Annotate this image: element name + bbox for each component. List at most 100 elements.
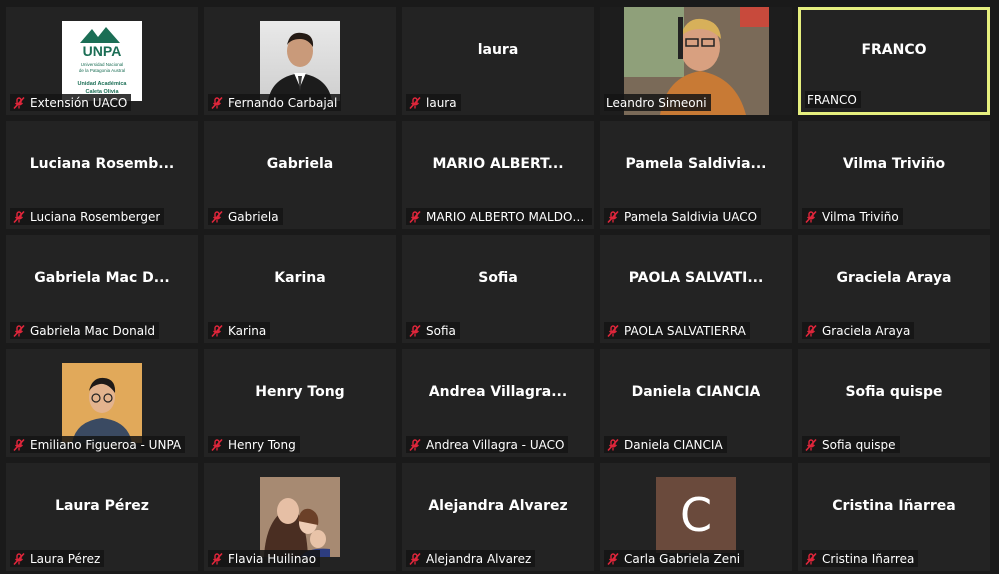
participant-tile[interactable]: Alejandra Alvarez Alejandra Alvarez: [402, 463, 594, 571]
participant-display-name: Andrea Villagra...: [428, 384, 568, 400]
participant-name: Extensión UACO: [30, 95, 128, 110]
mic-off-icon: [805, 438, 817, 451]
participant-name-label: PAOLA SALVATIERRA: [604, 322, 750, 339]
mic-off-icon: [211, 552, 223, 565]
participant-name-label: MARIO ALBERTO MALDON...: [406, 208, 592, 225]
svg-text:Universidad Nacional: Universidad Nacional: [81, 62, 124, 67]
participant-name-label: Flavia Huilinao: [208, 550, 321, 567]
profile-photo: [260, 21, 340, 101]
mic-off-icon: [211, 96, 223, 109]
participant-name: Cristina Iñarrea: [822, 551, 915, 566]
participant-display-name: Laura Pérez: [55, 498, 149, 514]
participant-name: FRANCO: [807, 92, 857, 107]
participant-display-name: Karina: [274, 270, 326, 286]
participant-name: Henry Tong: [228, 437, 296, 452]
svg-text:de la Patagonia Austral: de la Patagonia Austral: [79, 68, 125, 73]
participant-name-label: Gabriela: [208, 208, 283, 225]
participant-name: Sofia: [426, 323, 456, 338]
mic-off-icon: [13, 324, 25, 337]
participant-name-label: Extensión UACO: [10, 94, 132, 111]
participant-tile[interactable]: Luciana Rosemb... Luciana Rosemberger: [6, 121, 198, 229]
mic-off-icon: [607, 552, 619, 565]
participant-name: Sofia quispe: [822, 437, 896, 452]
participant-tile[interactable]: FRANCO FRANCO: [798, 7, 990, 115]
participant-tile[interactable]: C Carla Gabriela Zeni: [600, 463, 792, 571]
participant-name: Luciana Rosemberger: [30, 209, 161, 224]
participant-tile[interactable]: Karina Karina: [204, 235, 396, 343]
unpa-logo: UNPA Universidad Nacional de la Patagonia …: [62, 21, 142, 101]
mic-off-icon: [211, 324, 223, 337]
participant-tile[interactable]: Andrea Villagra... Andrea Villagra - UACO: [402, 349, 594, 457]
mic-off-icon: [805, 324, 817, 337]
participant-name: Alejandra Alvarez: [426, 551, 532, 566]
participant-tile[interactable]: Gabriela Gabriela: [204, 121, 396, 229]
mic-off-icon: [805, 210, 817, 223]
participant-display-name: Pamela Saldivia...: [625, 156, 767, 172]
participant-name-label: Graciela Araya: [802, 322, 915, 339]
participant-name-label: FRANCO: [805, 91, 861, 108]
mic-off-icon: [607, 210, 619, 223]
participant-display-name: Alejandra Alvarez: [428, 498, 568, 514]
mic-off-icon: [607, 438, 619, 451]
participant-name: Laura Pérez: [30, 551, 101, 566]
participant-tile[interactable]: Henry Tong Henry Tong: [204, 349, 396, 457]
participant-tile[interactable]: Cristina Iñarrea Cristina Iñarrea: [798, 463, 990, 571]
participant-tile[interactable]: Graciela Araya Graciela Araya: [798, 235, 990, 343]
participant-tile[interactable]: Flavia Huilinao: [204, 463, 396, 571]
participant-name-label: Sofia quispe: [802, 436, 900, 453]
participant-name: Leandro Simeoni: [606, 95, 707, 110]
participant-tile[interactable]: PAOLA SALVATI... PAOLA SALVATIERRA: [600, 235, 792, 343]
profile-photo: [260, 477, 340, 557]
participant-name: Flavia Huilinao: [228, 551, 317, 566]
mic-off-icon: [13, 210, 25, 223]
participant-name-label: Sofia: [406, 322, 460, 339]
participant-tile[interactable]: laura laura: [402, 7, 594, 115]
participant-name-label: Cristina Iñarrea: [802, 550, 919, 567]
avatar-initial: C: [656, 477, 736, 553]
participant-tile[interactable]: Leandro Simeoni: [600, 7, 792, 115]
mic-off-icon: [409, 210, 421, 223]
participant-tile[interactable]: Sofia Sofia: [402, 235, 594, 343]
participant-display-name: Sofia: [478, 270, 518, 286]
participant-tile[interactable]: Gabriela Mac D... Gabriela Mac Donald: [6, 235, 198, 343]
participant-name-label: Vilma Triviño: [802, 208, 903, 225]
participant-name-label: Gabriela Mac Donald: [10, 322, 160, 339]
participant-display-name: Vilma Triviño: [842, 156, 946, 172]
mic-off-icon: [409, 552, 421, 565]
participant-name-label: Leandro Simeoni: [604, 94, 711, 111]
participant-tile[interactable]: Fernando Carbajal: [204, 7, 396, 115]
participant-name-label: laura: [406, 94, 461, 111]
participant-tile[interactable]: Vilma Triviño Vilma Triviño: [798, 121, 990, 229]
participant-tile[interactable]: Emiliano Figueroa - UNPA: [6, 349, 198, 457]
participant-display-name: PAOLA SALVATI...: [628, 270, 764, 286]
participant-display-name: Daniela CIANCIA: [631, 384, 761, 400]
participant-name: Emiliano Figueroa - UNPA: [30, 437, 182, 452]
participant-name: Pamela Saldivia UACO: [624, 209, 758, 224]
participant-tile[interactable]: MARIO ALBERT... MARIO ALBERTO MALDON...: [402, 121, 594, 229]
mic-off-icon: [607, 324, 619, 337]
participant-display-name: Cristina Iñarrea: [832, 498, 956, 514]
participant-name-label: Luciana Rosemberger: [10, 208, 165, 225]
participant-display-name: Graciela Araya: [836, 270, 952, 286]
participant-name: Gabriela: [228, 209, 279, 224]
participant-name-label: Daniela CIANCIA: [604, 436, 727, 453]
participant-tile[interactable]: UNPA Universidad Nacional de la Patagonia …: [6, 7, 198, 115]
participant-name: Carla Gabriela Zeni: [624, 551, 741, 566]
participant-name: Karina: [228, 323, 267, 338]
participant-display-name: laura: [477, 42, 519, 58]
mic-off-icon: [13, 438, 25, 451]
participant-name-label: Karina: [208, 322, 271, 339]
mic-off-icon: [409, 324, 421, 337]
logo-brand: UNPA: [83, 43, 122, 59]
participant-tile[interactable]: Pamela Saldivia... Pamela Saldivia UACO: [600, 121, 792, 229]
participant-tile[interactable]: Laura Pérez Laura Pérez: [6, 463, 198, 571]
participant-display-name: Gabriela Mac D...: [34, 270, 170, 286]
participant-display-name: Luciana Rosemb...: [29, 156, 175, 172]
participant-display-name: Sofia quispe: [845, 384, 943, 400]
participant-tile[interactable]: Daniela CIANCIA Daniela CIANCIA: [600, 349, 792, 457]
participant-name-label: Henry Tong: [208, 436, 300, 453]
gallery-view: UNPA Universidad Nacional de la Patagonia …: [0, 0, 999, 574]
participant-tile[interactable]: Sofia quispe Sofia quispe: [798, 349, 990, 457]
mic-off-icon: [805, 552, 817, 565]
participant-name-label: Emiliano Figueroa - UNPA: [10, 436, 186, 453]
